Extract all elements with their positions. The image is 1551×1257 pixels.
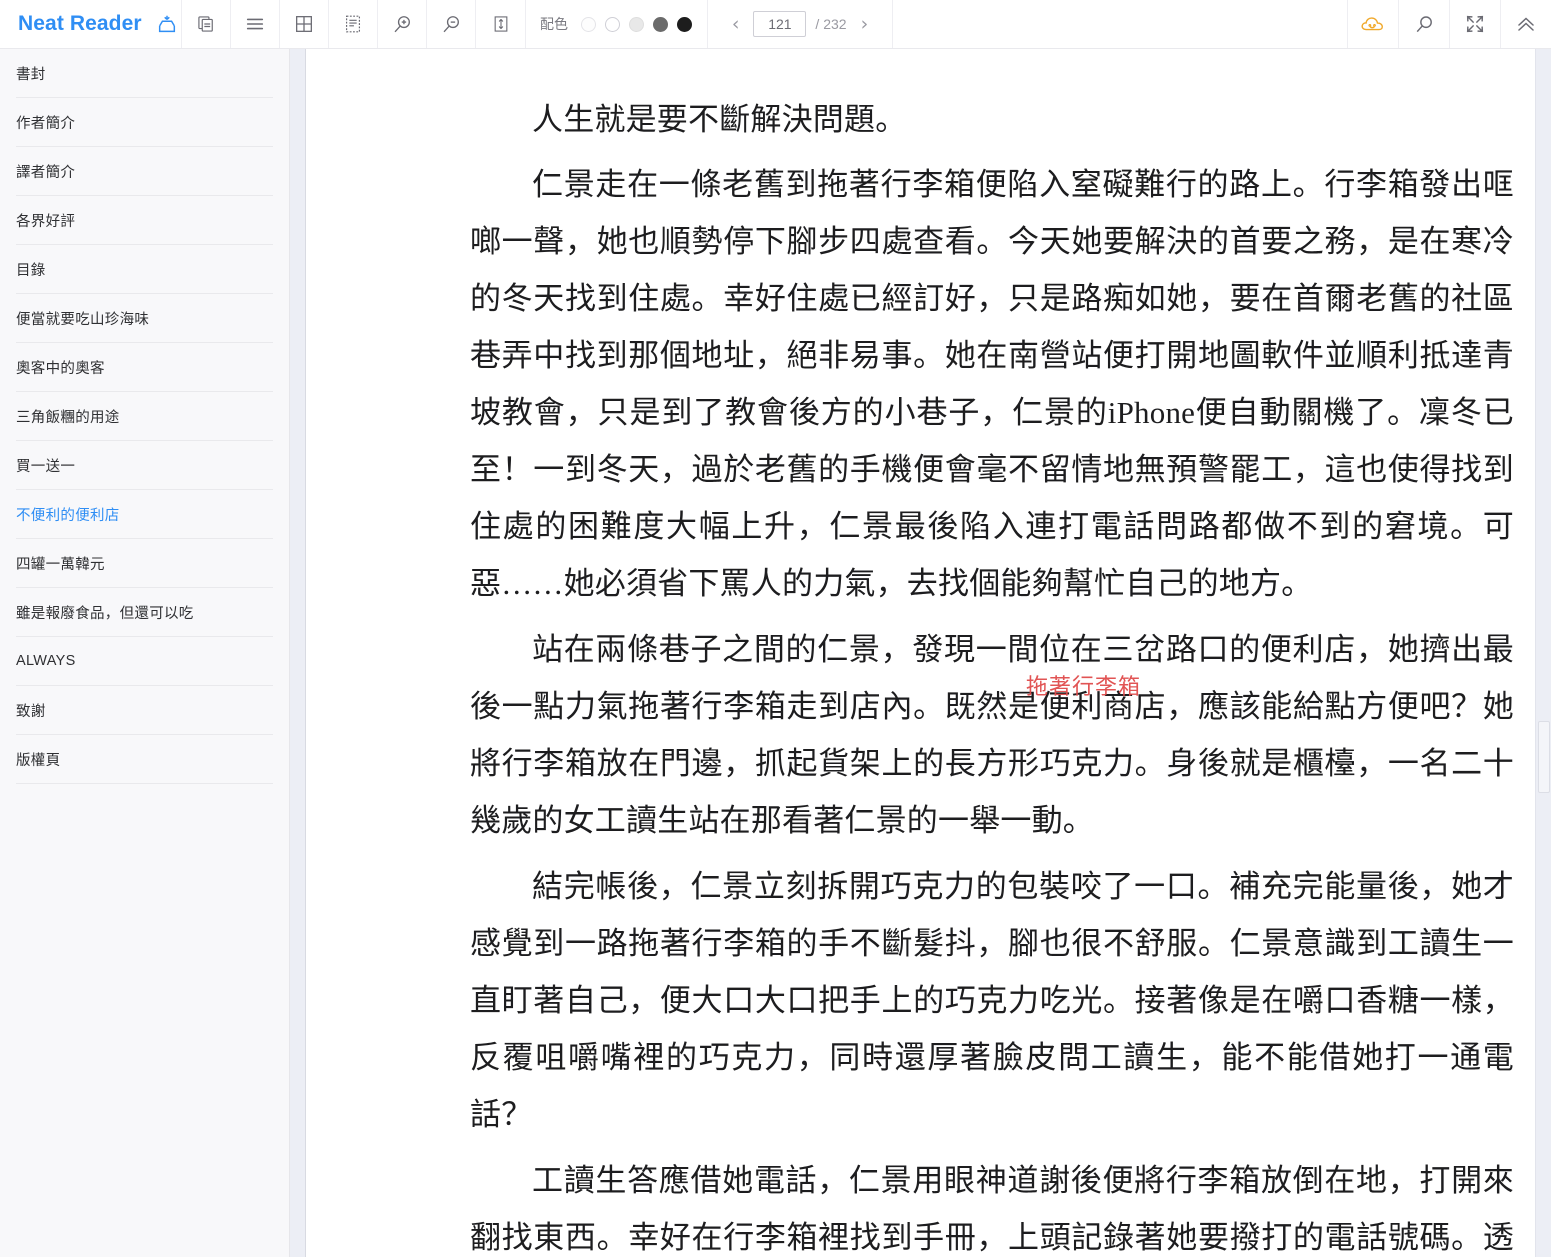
prev-page-button[interactable]: ‹ xyxy=(727,13,745,36)
toc-label: 便當就要吃山珍海味 xyxy=(16,311,150,328)
sidebar-toc: 書封 作者簡介 譯者簡介 各界好評 目錄 便當就要吃山珍海味 奧客中的奧客 三角… xyxy=(0,49,289,1257)
toc-label: 雖是報廢食品，但還可以吃 xyxy=(16,605,194,622)
toc-list: 書封 作者簡介 譯者簡介 各界好評 目錄 便當就要吃山珍海味 奧客中的奧客 三角… xyxy=(0,49,289,784)
page-layout-icon xyxy=(342,13,364,35)
copy-icon-button[interactable] xyxy=(182,0,231,48)
line-height-button[interactable] xyxy=(476,0,526,48)
color-swatch-1[interactable] xyxy=(605,16,620,32)
zoom-in-button[interactable] xyxy=(378,0,427,48)
zoom-in-icon xyxy=(391,13,414,36)
cloud-sync-icon xyxy=(1360,13,1386,35)
sidebar-item-2[interactable]: 譯者簡介 xyxy=(16,147,273,196)
color-swatch-3[interactable] xyxy=(653,16,668,32)
paragraph-3: 結完帳後，仁景立刻拆開巧克力的包裝咬了一口。補充完能量後，她才感覺到一路拖著行李… xyxy=(470,869,1514,1132)
search-icon xyxy=(1413,13,1436,36)
page-number-input[interactable] xyxy=(753,11,807,37)
collapse-up-icon xyxy=(1514,12,1538,36)
app-brand-name: Neat Reader xyxy=(18,12,142,35)
reader-pane: 人生就是要不斷解決問題。 仁景走在一條老舊到拖著行李箱便陷入窒礙難行的路上。行李… xyxy=(306,49,1551,1257)
sidebar-item-12[interactable]: ALWAYS xyxy=(16,637,273,686)
collapse-toolbar-button[interactable] xyxy=(1500,0,1551,48)
page-total-label: / 232 xyxy=(815,16,847,32)
toc-label: 不便利的便利店 xyxy=(16,507,120,524)
grid-layout-button[interactable] xyxy=(280,0,329,48)
sidebar-item-11[interactable]: 雖是報廢食品，但還可以吃 xyxy=(16,588,273,637)
sidebar-item-5[interactable]: 便當就要吃山珍海味 xyxy=(16,294,273,343)
sidebar-gutter xyxy=(290,49,306,1257)
search-button[interactable] xyxy=(1398,0,1449,48)
paragraph-4: 工讀生答應借她電話，仁景用眼神道謝後便將行李箱放倒在地，打開來翻找東西。幸好在行… xyxy=(470,1163,1514,1255)
color-swatch-0[interactable] xyxy=(581,16,596,32)
paragraph-0: 人生就是要不斷解決問題。 xyxy=(532,102,907,137)
sidebar-item-6[interactable]: 奧客中的奧客 xyxy=(16,343,273,392)
sidebar-item-8[interactable]: 買一送一 xyxy=(16,441,273,490)
toc-label: 買一送一 xyxy=(16,458,76,475)
toc-label: 作者簡介 xyxy=(16,115,76,132)
save-to-shelf-icon[interactable] xyxy=(156,13,178,35)
toc-label: 三角飯糰的用途 xyxy=(16,409,120,426)
color-scheme-picker[interactable]: 配色 xyxy=(526,0,708,48)
sidebar-item-9-active[interactable]: 不便利的便利店 xyxy=(16,490,273,539)
fullscreen-exit-icon xyxy=(1464,13,1486,35)
toc-label: 譯者簡介 xyxy=(16,164,76,181)
toc-label: 致謝 xyxy=(16,703,46,720)
sidebar-item-4[interactable]: 目錄 xyxy=(16,245,273,294)
list-lines-icon xyxy=(244,13,266,35)
color-scheme-label: 配色 xyxy=(540,16,568,32)
book-page: 人生就是要不斷解決問題。 仁景走在一條老舊到拖著行李箱便陷入窒礙難行的路上。行李… xyxy=(306,49,1531,1257)
toc-label: ALWAYS xyxy=(16,653,76,669)
color-swatch-4[interactable] xyxy=(677,16,692,32)
paragraph-1: 仁景走在一條老舊到拖著行李箱便陷入窒礙難行的路上。行李箱發出哐啷一聲，她也順勢停… xyxy=(470,167,1514,601)
list-lines-button[interactable] xyxy=(231,0,280,48)
scrollbar-thumb[interactable] xyxy=(1538,721,1550,793)
toc-label: 各界好評 xyxy=(16,213,76,230)
next-page-button[interactable]: › xyxy=(856,13,874,36)
toc-label: 目錄 xyxy=(16,262,46,279)
toc-label: 四罐一萬韓元 xyxy=(16,556,105,573)
sidebar-item-0[interactable]: 書封 xyxy=(16,49,273,98)
sidebar-item-1[interactable]: 作者簡介 xyxy=(16,98,273,147)
sidebar-item-3[interactable]: 各界好評 xyxy=(16,196,273,245)
toc-label: 版權頁 xyxy=(16,752,61,769)
toc-label: 奧客中的奧客 xyxy=(16,360,105,377)
color-swatch-2[interactable] xyxy=(629,16,644,32)
paragraph-2: 站在兩條巷子之間的仁景，發現一間位在三岔路口的便利店，她擠出最後一點力氣拖著行李… xyxy=(470,632,1514,838)
zoom-out-icon xyxy=(440,13,463,36)
sidebar-item-10[interactable]: 四罐一萬韓元 xyxy=(16,539,273,588)
toc-label: 書封 xyxy=(16,66,46,83)
sidebar-item-7[interactable]: 三角飯糰的用途 xyxy=(16,392,273,441)
line-height-icon xyxy=(491,14,511,34)
sidebar-item-14[interactable]: 版權頁 xyxy=(16,735,273,784)
zoom-out-button[interactable] xyxy=(427,0,476,48)
grid-layout-icon xyxy=(293,13,315,35)
toolbar-right-group xyxy=(1347,0,1551,48)
page-layout-button[interactable] xyxy=(329,0,378,48)
sidebar-item-13[interactable]: 致謝 xyxy=(16,686,273,735)
vertical-scrollbar[interactable] xyxy=(1535,49,1551,1257)
pager: ‹ / 232 › xyxy=(708,0,893,48)
fullscreen-exit-button[interactable] xyxy=(1449,0,1500,48)
toolbar: Neat Reader 配色 ‹ 121 / 232 › xyxy=(0,0,1551,49)
copy-icon xyxy=(196,14,216,34)
brand-cell: Neat Reader xyxy=(0,0,182,48)
cloud-sync-button[interactable] xyxy=(1347,0,1398,48)
